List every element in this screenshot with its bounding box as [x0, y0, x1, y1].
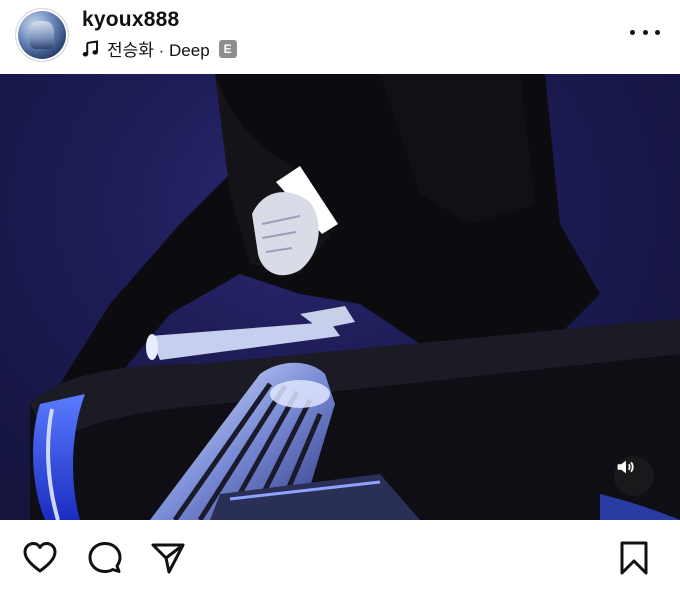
bookmark-icon	[620, 541, 648, 575]
speaker-icon	[617, 460, 634, 474]
more-dot	[630, 29, 635, 35]
paper-plane-icon	[151, 543, 185, 574]
music-info[interactable]: 전승화 · Deep E	[82, 36, 237, 61]
sound-toggle-button[interactable]	[614, 456, 654, 496]
music-note-icon	[82, 39, 98, 56]
share-button[interactable]	[150, 540, 186, 576]
save-button[interactable]	[616, 540, 652, 576]
more-options-icon[interactable]	[630, 22, 660, 42]
post-media[interactable]	[0, 74, 680, 520]
avatar-image	[30, 21, 54, 49]
music-title: 전승화 · Deep	[107, 41, 210, 60]
more-dot	[655, 29, 660, 35]
avatar[interactable]	[16, 9, 68, 61]
post-image-illustration	[30, 74, 680, 520]
more-dot	[642, 29, 648, 35]
comment-button[interactable]	[87, 540, 123, 576]
like-button[interactable]	[22, 540, 58, 576]
heart-icon	[23, 542, 57, 573]
comment-bubble-icon	[88, 542, 122, 573]
explicit-badge: E	[218, 39, 237, 58]
post-actions	[0, 520, 680, 592]
post-header: kyoux888 전승화 · Deep E	[0, 0, 680, 74]
username[interactable]: kyoux888	[82, 8, 179, 32]
